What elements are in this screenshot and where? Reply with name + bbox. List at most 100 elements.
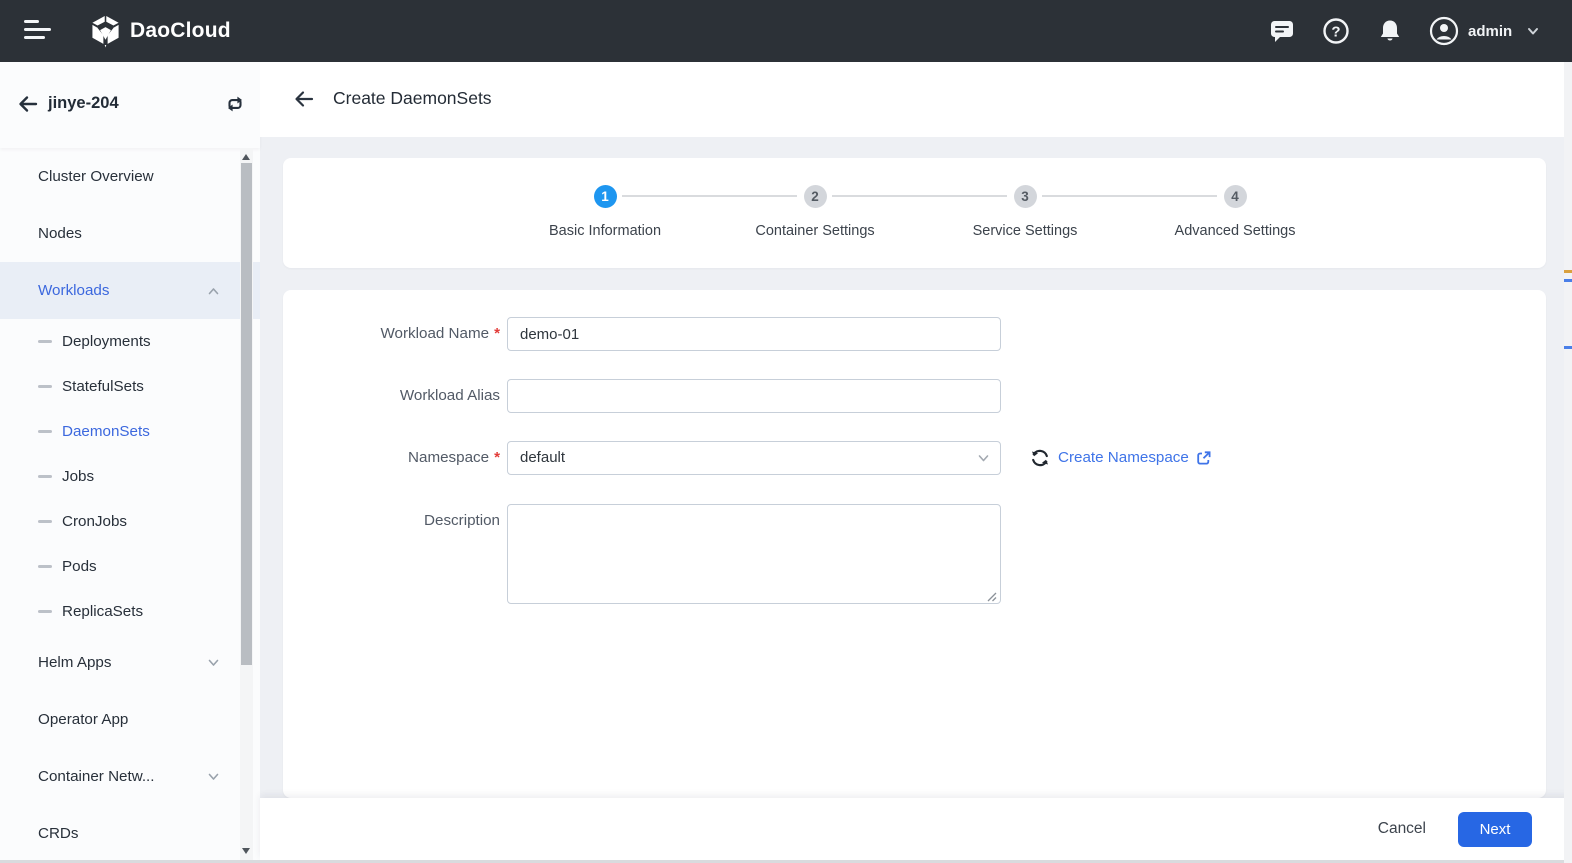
scrollbar-mark	[1564, 270, 1572, 273]
sidebar-item-label: Helm Apps	[38, 654, 112, 671]
external-link-icon	[1196, 450, 1212, 466]
step-2[interactable]: 2 Container Settings	[710, 185, 1007, 239]
create-namespace-link[interactable]: Create Namespace	[1058, 441, 1212, 475]
workload-name-input[interactable]	[507, 317, 1001, 351]
resize-handle[interactable]	[986, 589, 997, 602]
bell-icon	[1380, 20, 1400, 41]
namespace-select-value: default	[520, 449, 566, 466]
sidebar-item-helm-apps[interactable]: Helm Apps	[0, 634, 260, 691]
chevron-down-icon	[207, 770, 220, 783]
sidebar-item-label: Nodes	[38, 225, 82, 242]
step-4[interactable]: 4 Advanced Settings	[1130, 185, 1340, 239]
step-number: 1	[593, 185, 617, 208]
step-number: 4	[1223, 185, 1247, 208]
sidebar-scrollbar-thumb[interactable]	[241, 163, 252, 665]
sidebar-item-statefulsets[interactable]: StatefulSets	[0, 364, 260, 409]
dash-icon	[38, 340, 52, 343]
form-card: Workload Name* Workload Alias* Namespace…	[283, 290, 1546, 798]
sidebar-item-label: Cluster Overview	[38, 168, 154, 185]
sidebar-header: jinye-204	[0, 62, 260, 148]
page-scrollbar[interactable]	[1564, 62, 1572, 863]
brand-name: DaoCloud	[130, 19, 231, 42]
sidebar-item-deployments[interactable]: Deployments	[0, 319, 260, 364]
step-label: Container Settings	[755, 223, 875, 239]
sidebar-item-label: Workloads	[38, 282, 110, 299]
cluster-back-button[interactable]	[17, 93, 39, 115]
scrollbar-mark	[1564, 279, 1572, 282]
sidebar-item-label: Jobs	[62, 468, 95, 485]
sidebar-item-cronjobs[interactable]: CronJobs	[0, 499, 260, 544]
sidebar-item-replicasets[interactable]: ReplicaSets	[0, 589, 260, 634]
sidebar-item-nodes[interactable]: Nodes	[0, 205, 260, 262]
workload-name-label: Workload Name *	[380, 325, 500, 342]
avatar-icon	[1429, 16, 1459, 46]
chat-button[interactable]	[1268, 17, 1296, 45]
step-1[interactable]: 1 Basic Information	[500, 185, 797, 239]
sidebar: jinye-204 Cluster Overview Nodes Workloads…	[0, 62, 260, 863]
step-label: Service Settings	[972, 223, 1078, 239]
app-window: DaoCloud ? admin jinye-204 Cluster Overv…	[0, 0, 1572, 863]
stepper: 1 Basic Information 2 Container Settings 3 Se…	[500, 185, 1340, 239]
namespace-label: Namespace *	[408, 449, 500, 466]
page-back-button[interactable]	[293, 88, 315, 110]
refresh-icon	[1031, 449, 1049, 467]
help-button[interactable]: ?	[1322, 17, 1350, 45]
sidebar-item-label: CRDs	[38, 825, 79, 842]
chat-icon	[1271, 21, 1293, 42]
description-label: Description*	[424, 512, 500, 529]
sidebar-item-label: Deployments	[62, 333, 151, 350]
sidebar-item-label: CronJobs	[62, 513, 127, 530]
user-name: admin	[1468, 22, 1513, 40]
svg-text:?: ?	[1331, 24, 1340, 41]
required-asterisk: *	[494, 449, 500, 466]
stepper-card: 1 Basic Information 2 Container Settings 3 Se…	[283, 158, 1546, 268]
dash-icon	[38, 430, 52, 433]
help-icon: ?	[1323, 18, 1349, 44]
refresh-namespaces-button[interactable]	[1029, 447, 1051, 469]
sidebar-item-label: Pods	[62, 558, 97, 575]
step-number: 2	[803, 185, 827, 208]
namespace-select[interactable]: default	[507, 441, 1001, 475]
sidebar-item-label: Container Netw...	[38, 768, 155, 785]
step-label: Advanced Settings	[1174, 223, 1296, 239]
scroll-down-icon[interactable]	[242, 848, 250, 854]
caret-down-icon	[1526, 24, 1540, 38]
sidebar-item-operator-app[interactable]: Operator App	[0, 691, 260, 748]
workload-alias-input[interactable]	[507, 379, 1001, 413]
user-menu[interactable]: admin	[1429, 0, 1540, 62]
required-asterisk: *	[494, 325, 500, 342]
next-button[interactable]: Next	[1458, 811, 1532, 847]
sidebar-item-jobs[interactable]: Jobs	[0, 454, 260, 499]
hamburger-menu-button[interactable]	[24, 20, 52, 42]
dash-icon	[38, 475, 52, 478]
description-textarea[interactable]	[507, 504, 1001, 604]
cancel-button[interactable]: Cancel	[1360, 812, 1444, 846]
sidebar-item-label: ReplicaSets	[62, 603, 144, 620]
page-title: Create DaemonSets	[333, 88, 492, 108]
sidebar-item-container-netw[interactable]: Container Netw...	[0, 748, 260, 805]
sidebar-item-daemonsets[interactable]: DaemonSets	[0, 409, 260, 454]
step-label: Basic Information	[548, 223, 662, 239]
scroll-up-icon[interactable]	[242, 154, 250, 160]
switch-cluster-button[interactable]	[224, 93, 246, 115]
sidebar-nav: Cluster Overview Nodes Workloads Deployment…	[0, 148, 260, 863]
step-3[interactable]: 3 Service Settings	[920, 185, 1217, 239]
sidebar-scrollbar[interactable]	[240, 148, 253, 863]
topbar: DaoCloud ? admin	[0, 0, 1572, 62]
sidebar-item-label: Operator App	[38, 711, 129, 728]
page-header: Create DaemonSets	[260, 62, 1572, 137]
dash-icon	[38, 565, 52, 568]
workload-alias-label: Workload Alias*	[399, 387, 500, 404]
sidebar-item-cluster-overview[interactable]: Cluster Overview	[0, 148, 260, 205]
swap-icon	[227, 96, 243, 112]
sidebar-item-pods[interactable]: Pods	[0, 544, 260, 589]
description-field-wrap	[507, 504, 1001, 604]
chevron-down-icon	[207, 656, 220, 669]
step-number: 3	[1013, 185, 1037, 208]
brand-logo[interactable]: DaoCloud	[90, 0, 231, 62]
sidebar-item-crds[interactable]: CRDs	[0, 805, 260, 862]
sidebar-item-workloads[interactable]: Workloads	[0, 262, 260, 319]
sidebar-item-label: DaemonSets	[62, 423, 150, 440]
dash-icon	[38, 385, 52, 388]
notifications-button[interactable]	[1376, 17, 1404, 45]
